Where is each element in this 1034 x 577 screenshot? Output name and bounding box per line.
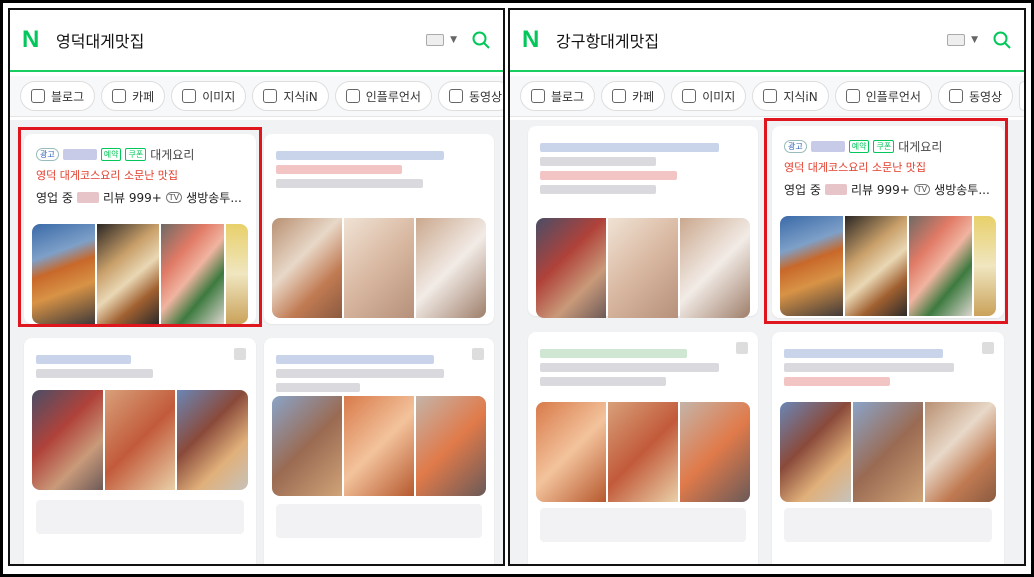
tab-blog[interactable]: 블로그 [20, 81, 96, 111]
image-icon [682, 89, 697, 103]
tab-kin[interactable]: 지식iN [252, 81, 329, 111]
cafe-icon [112, 89, 127, 103]
kin-icon [763, 89, 778, 103]
tab-bar: 블로그 카페 이미지 지식iN 인플루언서 동영상 › ··· [510, 76, 1024, 117]
result-card[interactable] [24, 338, 256, 564]
result-card[interactable] [528, 126, 758, 318]
tab-image[interactable]: 이미지 [171, 81, 247, 111]
right-search-panel: N 강구항대게맛집 ▼ 블로그 카페 이미지 지식iN 인플루언서 동영상 › … [508, 8, 1026, 566]
results-feed: 광고 예약 쿠폰 대게요리 영덕 대게코스요리 소문난 맛집 영업 중 리뷰 9… [10, 120, 503, 564]
result-card[interactable] [264, 134, 494, 324]
blog-icon [531, 89, 545, 103]
search-bar[interactable]: N 영덕대게맛집 ▼ [10, 10, 503, 72]
tab-blog[interactable]: 블로그 [520, 81, 596, 111]
tab-video[interactable]: 동영상 [437, 81, 503, 111]
search-bar[interactable]: N 강구항대게맛집 ▼ [510, 10, 1024, 72]
left-search-panel: N 영덕대게맛집 ▼ 블로그 카페 이미지 지식iN 인플루언서 동영상 › ·… [8, 8, 505, 566]
chevron-down-icon[interactable]: ▼ [450, 35, 457, 45]
person-icon [345, 89, 360, 103]
chevron-down-icon[interactable]: ▼ [971, 35, 978, 45]
search-query[interactable]: 강구항대게맛집 [556, 28, 659, 52]
tab-influencer[interactable]: 인플루언서 [334, 81, 432, 111]
tab-cafe[interactable]: 카페 [101, 81, 166, 111]
tab-kin[interactable]: 지식iN [752, 81, 829, 111]
play-icon [948, 89, 963, 103]
result-card[interactable] [264, 338, 494, 564]
play-icon [448, 89, 463, 103]
person-icon [845, 89, 860, 103]
tab-cafe[interactable]: 카페 [601, 81, 666, 111]
blog-icon [31, 89, 45, 103]
result-card[interactable] [528, 332, 758, 564]
cafe-icon [612, 89, 627, 103]
tab-image[interactable]: 이미지 [671, 81, 747, 111]
results-feed: 광고 예약 쿠폰 대게요리 영덕 대게코스요리 소문난 맛집 영업 중 리뷰 9… [510, 118, 1024, 564]
tab-more-partial[interactable] [1019, 81, 1024, 111]
tab-video[interactable]: 동영상 [937, 81, 1014, 111]
highlight-box [18, 127, 262, 327]
tab-influencer[interactable]: 인플루언서 [834, 81, 932, 111]
tab-bar: 블로그 카페 이미지 지식iN 인플루언서 동영상 › ··· [10, 76, 503, 117]
search-query[interactable]: 영덕대게맛집 [56, 28, 144, 52]
result-card[interactable] [772, 332, 1004, 564]
naver-logo[interactable]: N [522, 28, 544, 52]
kin-icon [263, 89, 278, 103]
naver-logo[interactable]: N [22, 28, 44, 52]
highlight-box [764, 118, 1008, 324]
keyboard-icon[interactable] [947, 34, 966, 46]
search-icon[interactable] [471, 30, 491, 50]
keyboard-icon[interactable] [426, 34, 445, 46]
search-icon[interactable] [992, 30, 1012, 50]
image-icon [182, 89, 197, 103]
